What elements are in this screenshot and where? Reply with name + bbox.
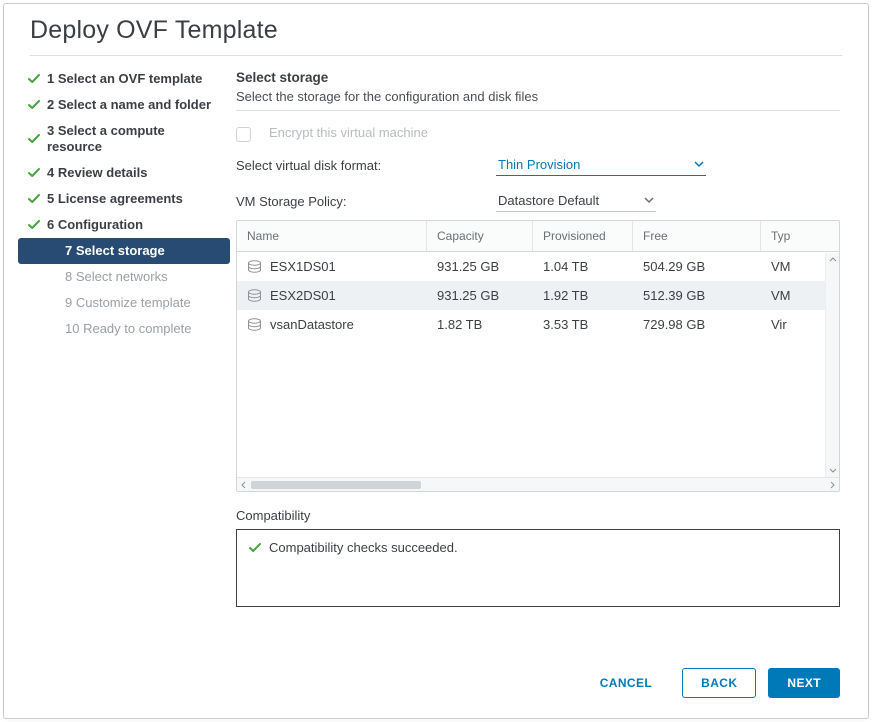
col-header-capacity[interactable]: Capacity (427, 221, 533, 251)
datastore-icon (247, 318, 262, 331)
wizard-nav: 1 Select an OVF template 2 Select a name… (4, 56, 236, 654)
check-icon (28, 73, 40, 85)
horizontal-scrollbar[interactable] (237, 477, 839, 491)
wizard-step-label: 2 Select a name and folder (47, 97, 211, 113)
section-title: Select storage (236, 70, 840, 85)
ds-type: VM (761, 252, 801, 281)
ds-type: VM (761, 281, 801, 310)
wizard-step-2[interactable]: 2 Select a name and folder (18, 92, 230, 118)
chevron-down-icon (644, 195, 654, 205)
col-header-name[interactable]: Name (237, 221, 427, 251)
wizard-step-8: 8 Select networks (18, 264, 230, 290)
wizard-step-4[interactable]: 4 Review details (18, 160, 230, 186)
ds-free: 504.29 GB (633, 252, 761, 281)
ds-provisioned: 1.04 TB (533, 252, 633, 281)
chevron-down-icon (694, 159, 704, 169)
wizard-step-7[interactable]: 7 Select storage (18, 238, 230, 264)
wizard-step-label: 1 Select an OVF template (47, 71, 202, 87)
vertical-scrollbar[interactable] (825, 253, 839, 477)
datastore-icon (247, 260, 262, 273)
col-header-free[interactable]: Free (633, 221, 761, 251)
wizard-step-label: 5 License agreements (47, 191, 183, 207)
check-icon (28, 219, 40, 231)
compat-title: Compatibility (236, 508, 840, 523)
disk-format-label: Select virtual disk format: (236, 158, 486, 173)
scroll-left-icon[interactable] (237, 478, 251, 492)
check-icon (28, 193, 40, 205)
check-icon (249, 542, 261, 554)
ds-capacity: 1.82 TB (427, 310, 533, 339)
check-icon (28, 99, 40, 111)
encrypt-checkbox (236, 127, 251, 142)
disk-format-row: Select virtual disk format: Thin Provisi… (236, 154, 840, 176)
wizard-step-label: 7 Select storage (65, 243, 165, 259)
storage-policy-row: VM Storage Policy: Datastore Default (236, 190, 840, 212)
section-subtitle: Select the storage for the configuration… (236, 89, 840, 104)
ds-capacity: 931.25 GB (427, 252, 533, 281)
storage-policy-select[interactable]: Datastore Default (496, 190, 656, 212)
wizard-step-label: 3 Select a compute resource (47, 123, 222, 155)
scroll-right-icon[interactable] (825, 478, 839, 492)
wizard-step-3[interactable]: 3 Select a compute resource (18, 118, 230, 160)
ds-name: ESX1DS01 (270, 259, 336, 274)
wizard-step-5[interactable]: 5 License agreements (18, 186, 230, 212)
ds-free: 729.98 GB (633, 310, 761, 339)
wizard-step-10: 10 Ready to complete (18, 316, 230, 342)
ds-capacity: 931.25 GB (427, 281, 533, 310)
encrypt-label: Encrypt this virtual machine (269, 125, 428, 140)
next-button[interactable]: Next (768, 668, 840, 698)
table-row[interactable]: vsanDatastore 1.82 TB 3.53 TB 729.98 GB … (237, 310, 839, 339)
ds-name: vsanDatastore (270, 317, 354, 332)
check-icon (28, 167, 40, 179)
wizard-step-9: 9 Customize template (18, 290, 230, 316)
storage-policy-value: Datastore Default (498, 193, 599, 208)
table-row[interactable]: ESX1DS01 931.25 GB 1.04 TB 504.29 GB VM (237, 252, 839, 281)
compat-box: Compatibility checks succeeded. (236, 529, 840, 607)
deploy-ovf-modal: Deploy OVF Template 1 Select an OVF temp… (3, 3, 869, 719)
divider (236, 110, 840, 111)
storage-policy-label: VM Storage Policy: (236, 194, 486, 209)
datastore-table: Name Capacity Provisioned Free Typ ESX1D… (236, 220, 840, 492)
cancel-button[interactable]: Cancel (582, 668, 670, 698)
modal-footer: Cancel Back Next (4, 654, 868, 718)
scroll-down-icon[interactable] (826, 463, 840, 477)
ds-type: Vir (761, 310, 801, 339)
encrypt-row: Encrypt this virtual machine (236, 125, 840, 140)
scroll-thumb[interactable] (251, 481, 421, 489)
wizard-step-label: 8 Select networks (65, 269, 168, 285)
scroll-up-icon[interactable] (826, 253, 840, 267)
back-button[interactable]: Back (682, 668, 756, 698)
compat-message: Compatibility checks succeeded. (269, 540, 458, 555)
wizard-step-6[interactable]: 6 Configuration (18, 212, 230, 238)
col-header-provisioned[interactable]: Provisioned (533, 221, 633, 251)
col-header-type[interactable]: Typ (761, 221, 801, 251)
table-header: Name Capacity Provisioned Free Typ (237, 221, 839, 252)
wizard-step-label: 10 Ready to complete (65, 321, 191, 337)
datastore-icon (247, 289, 262, 302)
ds-name: ESX2DS01 (270, 288, 336, 303)
scroll-track[interactable] (251, 480, 825, 490)
modal-header: Deploy OVF Template (4, 4, 868, 55)
disk-format-value: Thin Provision (498, 157, 580, 172)
table-body: ESX1DS01 931.25 GB 1.04 TB 504.29 GB VM … (237, 252, 839, 477)
ds-provisioned: 1.92 TB (533, 281, 633, 310)
disk-format-select[interactable]: Thin Provision (496, 154, 706, 176)
table-row[interactable]: ESX2DS01 931.25 GB 1.92 TB 512.39 GB VM (237, 281, 839, 310)
main-pane: Select storage Select the storage for th… (236, 56, 868, 654)
wizard-step-1[interactable]: 1 Select an OVF template (18, 66, 230, 92)
ds-free: 512.39 GB (633, 281, 761, 310)
wizard-step-label: 9 Customize template (65, 295, 191, 311)
ds-provisioned: 3.53 TB (533, 310, 633, 339)
wizard-step-label: 6 Configuration (47, 217, 143, 233)
page-title: Deploy OVF Template (30, 16, 842, 45)
check-icon (28, 133, 40, 145)
wizard-step-label: 4 Review details (47, 165, 147, 181)
